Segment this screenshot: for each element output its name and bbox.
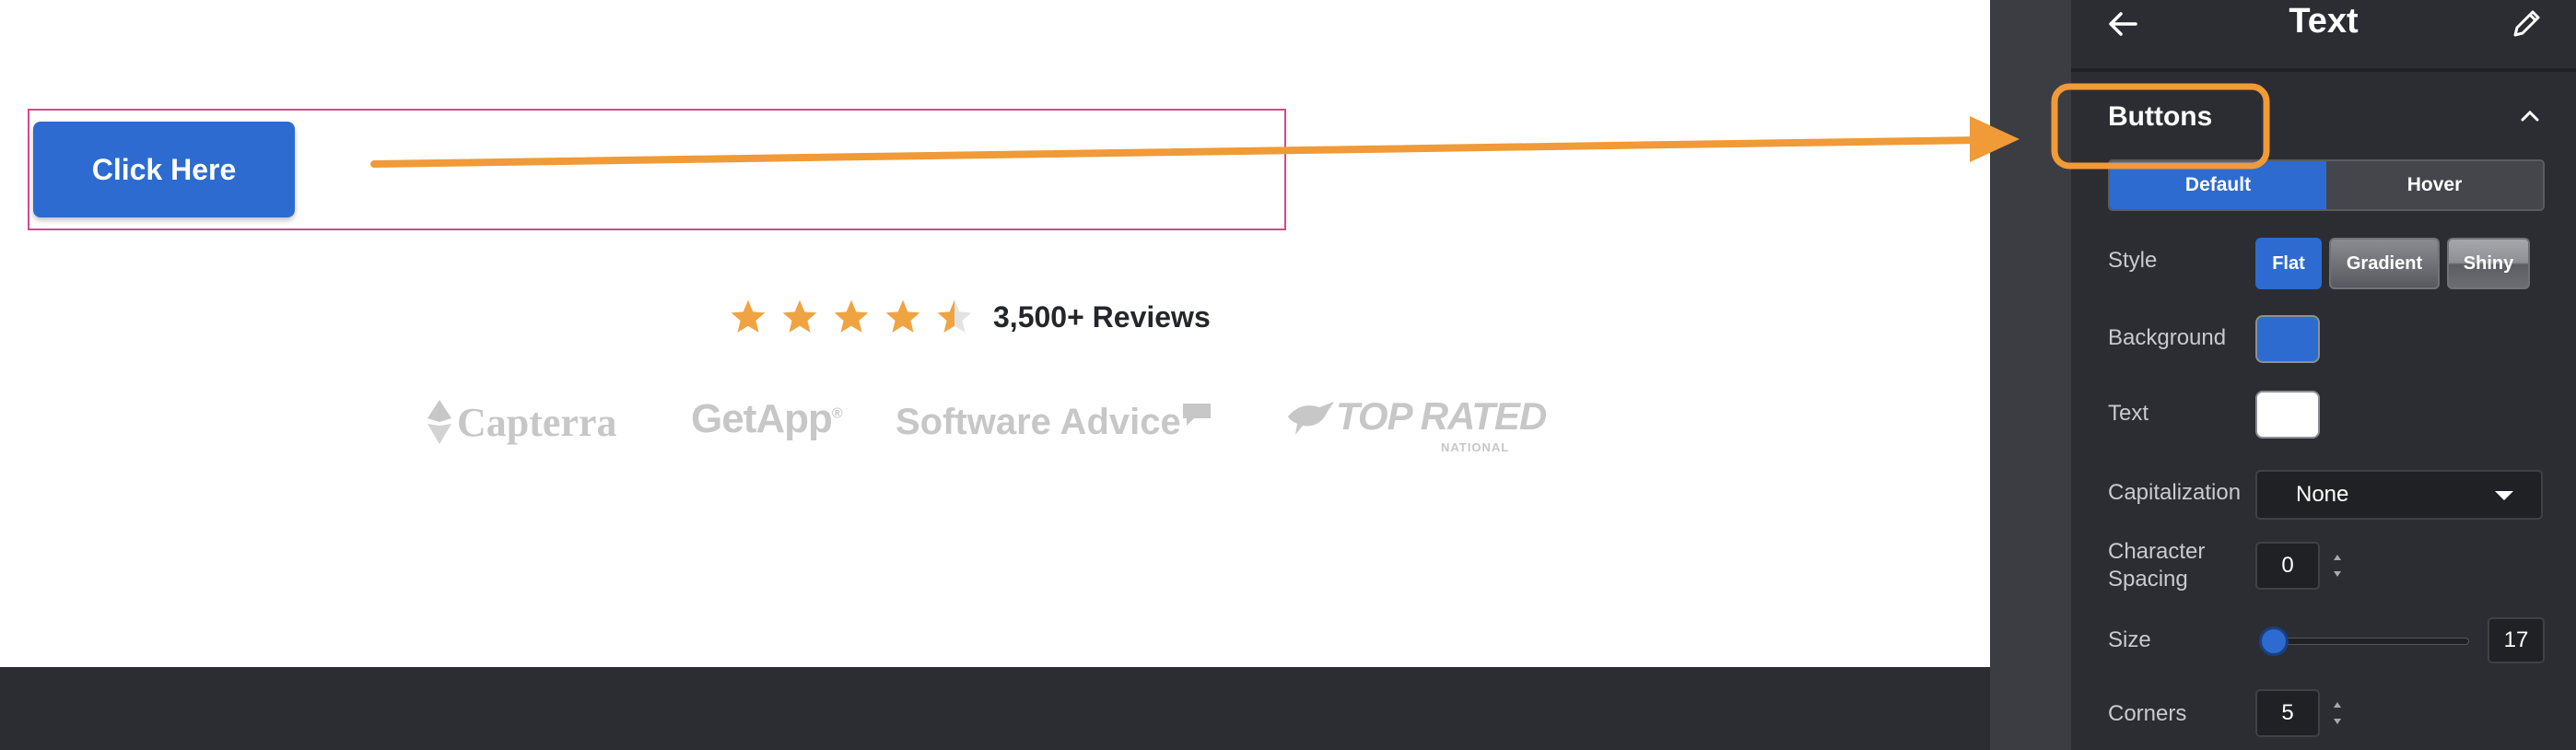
panel-gutter xyxy=(1990,0,2071,750)
corners-input[interactable]: 5 xyxy=(2255,689,2320,737)
style-options: Flat Gradient Shiny xyxy=(2255,238,2530,289)
rating-row: 3,500+ Reviews xyxy=(728,291,1211,343)
getapp-logo-mark: ® xyxy=(831,405,843,422)
getapp-logo: GetApp® xyxy=(691,396,843,442)
click-here-button[interactable]: Click Here xyxy=(33,122,295,217)
size-slider-thumb[interactable] xyxy=(2258,627,2289,656)
pencil-icon[interactable] xyxy=(2508,6,2545,42)
spinner-arrows-icon[interactable] xyxy=(2331,547,2344,584)
half-star-icon xyxy=(937,299,972,333)
buttons-section-title[interactable]: Buttons xyxy=(2108,101,2212,133)
corners-label: Corners xyxy=(2108,701,2187,726)
software-advice-logo-text: Software Advice xyxy=(896,402,1181,442)
style-gradient-button[interactable]: Gradient xyxy=(2329,238,2440,289)
character-spacing-input[interactable]: 0 xyxy=(2255,542,2320,590)
capitalization-select[interactable]: None xyxy=(2255,470,2543,520)
star-icon xyxy=(834,299,869,333)
reviews-count: 3,500+ Reviews xyxy=(993,299,1211,334)
getapp-logo-text: GetApp xyxy=(691,396,833,441)
style-flat-button[interactable]: Flat xyxy=(2255,238,2322,289)
panel-title: Text xyxy=(2289,2,2359,41)
size-value-input[interactable]: 17 xyxy=(2488,617,2545,663)
eagle-icon xyxy=(1288,402,1334,435)
capterra-mark-icon xyxy=(427,400,451,444)
style-shiny-button[interactable]: Shiny xyxy=(2447,238,2530,289)
star-icon xyxy=(885,299,920,333)
capterra-logo: Capterra xyxy=(426,398,617,446)
star-icon xyxy=(782,299,817,333)
page-canvas: Click Here 3,500+ Reviews Capterra GetAp… xyxy=(0,0,1990,750)
speech-bubble-icon xyxy=(1182,404,1211,426)
page-footer-bar xyxy=(0,667,1990,750)
top-rated-logo-subtext: NATIONAL xyxy=(1441,440,1510,454)
chevron-up-icon[interactable] xyxy=(2517,103,2543,129)
software-advice-logo: Software Advice xyxy=(896,402,1212,443)
tab-default[interactable]: Default xyxy=(2110,161,2326,209)
background-color-swatch[interactable] xyxy=(2255,315,2320,363)
text-color-label: Text xyxy=(2108,401,2149,426)
tab-hover[interactable]: Hover xyxy=(2326,161,2543,209)
background-label: Background xyxy=(2108,325,2227,350)
spinner-arrows-icon[interactable] xyxy=(2331,695,2344,732)
capterra-logo-text: Capterra xyxy=(457,399,617,445)
top-rated-logo-text: TOP RATED xyxy=(1336,394,1547,438)
capitalization-label: Capitalization xyxy=(2108,480,2242,505)
character-spacing-label: Character Spacing xyxy=(2108,539,2206,592)
top-rated-logo: TOP RATED NATIONAL xyxy=(1286,394,1547,454)
star-icon xyxy=(731,299,766,333)
size-slider-track[interactable] xyxy=(2261,638,2469,645)
caret-down-icon xyxy=(2495,491,2513,500)
text-color-swatch[interactable] xyxy=(2255,391,2320,439)
capitalization-value: None xyxy=(2296,482,2349,507)
text-settings-panel: Text Buttons Default Hover Style Flat Gr… xyxy=(2071,0,2576,750)
panel-header: Text xyxy=(2071,0,2576,72)
style-label: Style xyxy=(2108,248,2158,273)
button-state-tabs: Default Hover xyxy=(2108,159,2545,211)
size-label: Size xyxy=(2108,627,2151,652)
